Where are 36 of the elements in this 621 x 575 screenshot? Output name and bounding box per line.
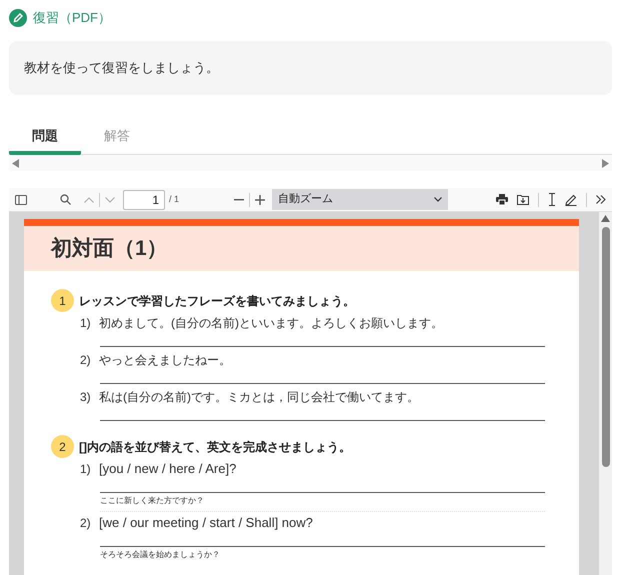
number-badge: 2 bbox=[51, 435, 74, 458]
scrollbar-thumb[interactable] bbox=[602, 227, 610, 467]
text-cursor-icon[interactable] bbox=[548, 193, 556, 206]
search-icon[interactable] bbox=[60, 194, 71, 205]
download-icon[interactable] bbox=[517, 194, 529, 205]
item-number: 2) bbox=[80, 514, 92, 532]
item-number: 2) bbox=[80, 352, 92, 368]
zoom-select[interactable]: 自動ズーム bbox=[272, 189, 448, 210]
hint-text: ここに新しく来た方ですか？ bbox=[100, 495, 205, 506]
item-number: 1) bbox=[80, 460, 92, 478]
caret-icon bbox=[434, 197, 442, 202]
sidebar-toggle-icon[interactable] bbox=[15, 194, 27, 204]
page-number-field[interactable]: 1 bbox=[123, 190, 165, 210]
number-badge: 1 bbox=[51, 289, 74, 312]
hint-text: そろそろ会議を始めましょうか？ bbox=[100, 549, 221, 560]
page-count: / 1 bbox=[169, 192, 180, 206]
item-text: 初めまして。(自分の名前)といいます。よろしくお願いします。 bbox=[99, 314, 443, 332]
item-text: [you / new / here / Are]? bbox=[99, 460, 236, 478]
page-title: 復習（PDF） bbox=[33, 8, 111, 27]
item-text: [we / our meeting / start / Shall] now? bbox=[99, 514, 313, 532]
section-heading: []内の語を並び替えて、英文を完成させましょう。 bbox=[79, 438, 351, 456]
section-heading: レッスンで学習したフレーズを書いてみましょう。 bbox=[79, 292, 355, 310]
item-number: 3) bbox=[80, 388, 92, 406]
left-arrow-icon[interactable] bbox=[12, 158, 19, 168]
right-arrow-icon[interactable] bbox=[602, 158, 609, 168]
item-text: やっと会えましたねー。 bbox=[99, 352, 231, 368]
worksheet-title: 初対面（1） bbox=[51, 236, 168, 262]
item-number: 1) bbox=[80, 314, 92, 332]
up-arrow-icon[interactable] bbox=[601, 215, 610, 222]
print-icon[interactable] bbox=[496, 194, 508, 205]
pen-icon[interactable] bbox=[565, 194, 577, 206]
pencil-icon bbox=[9, 8, 27, 26]
zoom-in-icon[interactable] bbox=[255, 194, 266, 204]
instruction-text: 教材を使って復習をしましょう。 bbox=[24, 59, 219, 78]
double-chevron-icon[interactable] bbox=[596, 195, 606, 204]
item-text: 私は(自分の名前)です。ミカとは，同じ会社で働いてます。 bbox=[99, 388, 419, 406]
